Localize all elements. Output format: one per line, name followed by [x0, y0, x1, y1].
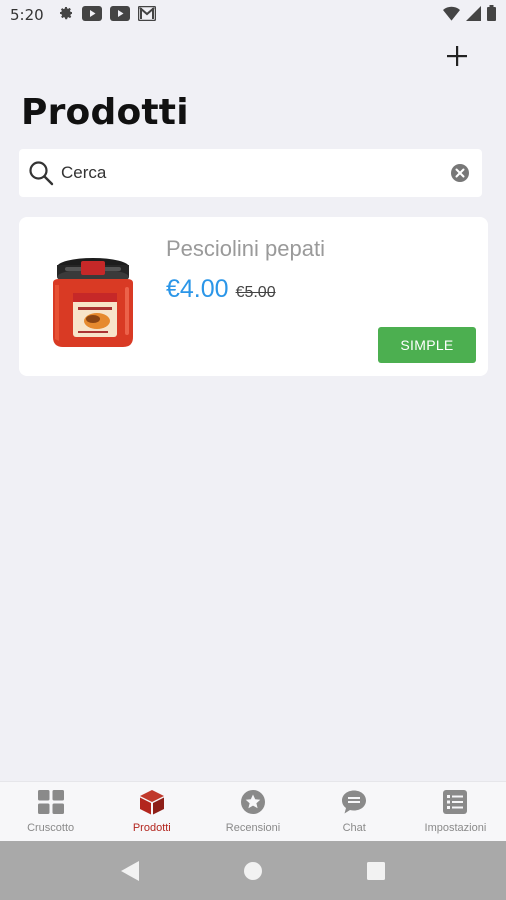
tab-cruscotto[interactable]: Cruscotto [0, 782, 101, 841]
tab-chat[interactable]: Chat [304, 782, 405, 841]
home-button[interactable] [233, 851, 273, 891]
recents-square-icon [367, 861, 386, 880]
dashboard-icon [37, 788, 65, 816]
tab-prodotti[interactable]: Prodotti [101, 782, 202, 841]
wifi-icon [443, 6, 460, 25]
gear-icon [58, 5, 74, 25]
chat-icon [340, 788, 368, 816]
youtube-icon [81, 5, 102, 25]
search-bar[interactable] [19, 149, 482, 197]
tab-label: Cruscotto [27, 822, 75, 834]
status-icons-left [58, 5, 156, 25]
tab-label: Prodotti [132, 822, 171, 834]
recents-button[interactable] [356, 851, 396, 891]
tab-recensioni[interactable]: Recensioni [202, 782, 303, 841]
product-type-button[interactable]: SIMPLE [378, 327, 476, 363]
search-input[interactable] [61, 163, 442, 183]
product-regular-price: €5.00 [235, 284, 276, 301]
clear-search-icon[interactable] [450, 163, 470, 183]
tab-label: Chat [342, 822, 366, 834]
signal-icon [466, 5, 481, 25]
product-card[interactable]: Pesciolini pepati €4.00 €5.00 SIMPLE [19, 217, 488, 376]
tab-label: Impostazioni [424, 822, 487, 834]
bottom-tab-bar: Cruscotto Prodotti Recensioni Chat Impos… [0, 781, 506, 841]
search-icon [29, 161, 54, 186]
home-circle-icon [243, 861, 262, 880]
android-nav-bar [0, 841, 506, 900]
product-price: €4.00 [166, 275, 229, 303]
box-icon [138, 788, 166, 816]
price-row: €4.00 €5.00 [166, 275, 276, 304]
product-image [53, 258, 133, 347]
tab-label: Recensioni [225, 822, 281, 834]
youtube-icon [109, 5, 130, 25]
status-time: 5:20 [10, 6, 44, 24]
battery-icon [487, 5, 496, 25]
star-icon [239, 788, 267, 816]
product-name: Pesciolini pepati [166, 236, 325, 261]
gmail-icon [137, 5, 156, 25]
list-icon [441, 788, 469, 816]
plus-icon [447, 46, 467, 66]
status-icons-right [443, 5, 496, 25]
back-button[interactable] [110, 851, 150, 891]
back-triangle-icon [120, 860, 139, 881]
page-title: Prodotti [21, 92, 189, 133]
status-bar: 5:20 [0, 0, 506, 30]
tab-impostazioni[interactable]: Impostazioni [405, 782, 506, 841]
add-product-button[interactable] [443, 42, 471, 70]
